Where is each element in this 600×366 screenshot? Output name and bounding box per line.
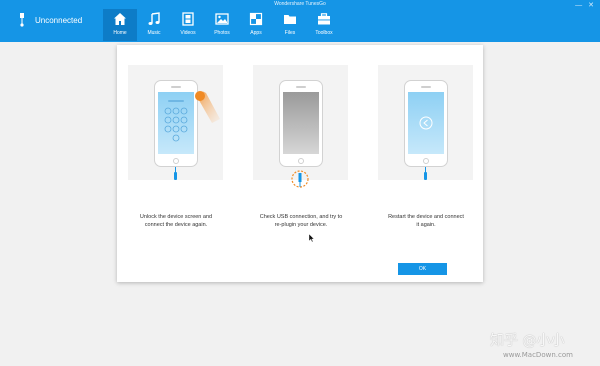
step-restart-illustration	[378, 65, 473, 180]
phone-image	[404, 80, 448, 167]
step-unlock-illustration	[128, 65, 223, 180]
passcode-screen	[158, 92, 194, 154]
folder-icon	[284, 15, 296, 24]
nav-apps[interactable]: Apps	[239, 9, 273, 41]
nav-label: Photos	[214, 30, 230, 36]
nav-files[interactable]: Files	[273, 9, 307, 41]
nav-label: Apps	[250, 30, 262, 36]
restart-screen	[408, 92, 444, 154]
minimize-button[interactable]: —	[575, 2, 582, 9]
finger-touch-icon	[195, 91, 220, 123]
phone-speaker	[171, 86, 181, 88]
connection-help-dialog: Unlock the device screen and connect the…	[117, 45, 483, 282]
device-status-label: Unconnected	[35, 15, 83, 25]
caption-line: it again.	[416, 222, 436, 228]
step-check-usb-caption: Check USB connection, and try to re-plug…	[241, 213, 361, 229]
usb-icon	[20, 13, 24, 27]
phone-home-button	[423, 158, 429, 164]
caption-line: re-plugin your device.	[274, 222, 328, 228]
window-title: Wondershare TunesGo	[274, 1, 326, 7]
blank-screen	[283, 92, 319, 154]
nav-label: Toolbox	[315, 30, 333, 36]
caption-line: Unlock the device screen and	[139, 214, 213, 220]
step-check-usb-illustration	[253, 65, 348, 188]
nav-label: Videos	[180, 30, 196, 36]
phone-image	[154, 80, 198, 167]
nav-label: Home	[113, 30, 127, 36]
step-restart-caption: Restart the device and connect it again.	[366, 213, 486, 229]
caption-line: Check USB connection, and try to	[259, 214, 343, 220]
watermark-url: www.MacDown.com	[503, 351, 573, 359]
phone-speaker	[296, 86, 306, 88]
nav-videos[interactable]: Videos	[171, 9, 205, 41]
nav-label: Music	[147, 30, 161, 36]
photo-icon	[215, 13, 229, 25]
mouse-cursor-icon	[309, 234, 315, 242]
nav-photos[interactable]: Photos	[205, 9, 239, 41]
caption-line: connect the device again.	[144, 222, 208, 228]
nav-toolbox[interactable]: Toolbox	[307, 9, 341, 41]
usb-cable-icon	[424, 172, 427, 180]
toolbox-icon	[318, 13, 330, 25]
usb-plug-highlight-icon	[291, 170, 309, 188]
watermark-text: 知乎 @小小	[490, 333, 565, 349]
apps-icon	[249, 12, 263, 26]
usb-cable-icon	[174, 172, 177, 180]
window-controls: — ✕	[575, 2, 594, 9]
nav-music[interactable]: Music	[137, 9, 171, 41]
top-bar: Wondershare TunesGo — ✕ Unconnected Home	[0, 0, 600, 42]
close-button[interactable]: ✕	[588, 2, 594, 9]
phone-home-button	[173, 158, 179, 164]
caption-line: Restart the device and connect	[388, 214, 464, 220]
music-icon	[148, 12, 160, 25]
ok-button[interactable]: OK	[398, 263, 447, 275]
main-nav: Home Music Videos Photos Apps Files Tool…	[103, 9, 341, 41]
device-status[interactable]: Unconnected	[18, 13, 82, 27]
home-icon	[114, 13, 126, 25]
phone-home-button	[298, 158, 304, 164]
phone-speaker	[421, 86, 431, 88]
nav-label: Files	[284, 30, 296, 36]
nav-home[interactable]: Home	[103, 9, 137, 41]
phone-image	[279, 80, 323, 167]
video-icon	[182, 12, 194, 26]
step-unlock-caption: Unlock the device screen and connect the…	[116, 213, 236, 229]
